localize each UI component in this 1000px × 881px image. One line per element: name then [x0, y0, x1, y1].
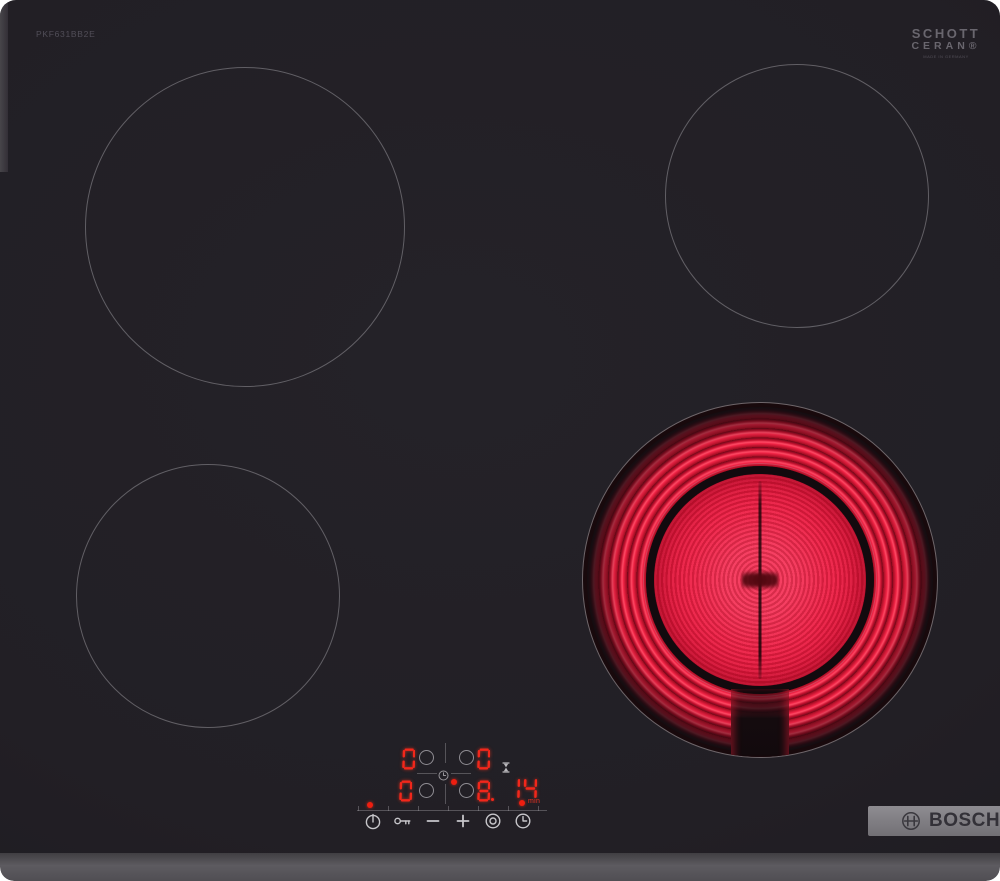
double-circle-icon — [483, 811, 503, 834]
cooking-zone-back-left — [85, 67, 405, 387]
bosch-wordmark: BOSCH — [929, 810, 1000, 832]
schott-ceran-logo: SCHOTT CERAN® MADE IN GERMANY — [906, 27, 986, 59]
model-number: PKF631BB2E — [36, 29, 95, 39]
bosch-emblem-icon — [900, 810, 922, 832]
key-icon — [393, 811, 413, 834]
zone-indicator-front-right — [459, 783, 474, 798]
minus-icon — [423, 811, 443, 834]
power-button[interactable] — [361, 810, 385, 834]
display-back-right-level — [477, 748, 490, 770]
minus-button[interactable] — [421, 810, 445, 834]
power-indicator-dot — [367, 802, 373, 808]
ceran-text: CERAN® — [906, 41, 986, 52]
selected-zone-indicator-dot — [451, 779, 457, 785]
display-divider — [445, 743, 446, 763]
cooking-zone-back-right — [665, 64, 929, 328]
ceramic-hob: PKF631BB2E SCHOTT CERAN® MADE IN GERMANY — [0, 0, 1000, 881]
timer-indicator-dot — [519, 800, 525, 806]
bosch-logo: BOSCH — [868, 806, 1000, 836]
clock-icon — [513, 811, 533, 834]
front-trim-strip — [0, 853, 1000, 881]
fineprint-text: MADE IN GERMANY — [906, 55, 986, 59]
zone-indicator-back-right — [459, 750, 474, 765]
display-front-right-level — [477, 780, 494, 802]
child-lock-button[interactable] — [391, 810, 415, 834]
worktop-edge — [0, 0, 8, 172]
timer-unit-label: min — [528, 798, 540, 805]
clock-center-icon — [438, 768, 449, 786]
cooking-zone-front-left — [76, 464, 340, 728]
touch-control-panel: min — [355, 740, 555, 840]
zone-indicator-front-left — [419, 783, 434, 798]
element-terminal-notch — [731, 689, 789, 758]
schott-text: SCHOTT — [906, 27, 986, 41]
display-divider — [445, 784, 446, 804]
timer-display — [506, 777, 537, 800]
dual-circuit-button[interactable] — [481, 810, 505, 834]
display-back-left-level — [402, 748, 415, 770]
plus-icon — [453, 811, 473, 834]
display-divider — [417, 773, 437, 774]
plus-button[interactable] — [451, 810, 475, 834]
cooking-zone-front-right-active — [582, 402, 938, 758]
timer-hourglass-icon — [502, 760, 510, 778]
element-center — [742, 568, 778, 592]
timer-button[interactable] — [511, 810, 535, 834]
power-icon — [363, 811, 383, 834]
display-divider — [451, 773, 471, 774]
display-front-left-level — [399, 780, 412, 802]
zone-indicator-back-left — [419, 750, 434, 765]
